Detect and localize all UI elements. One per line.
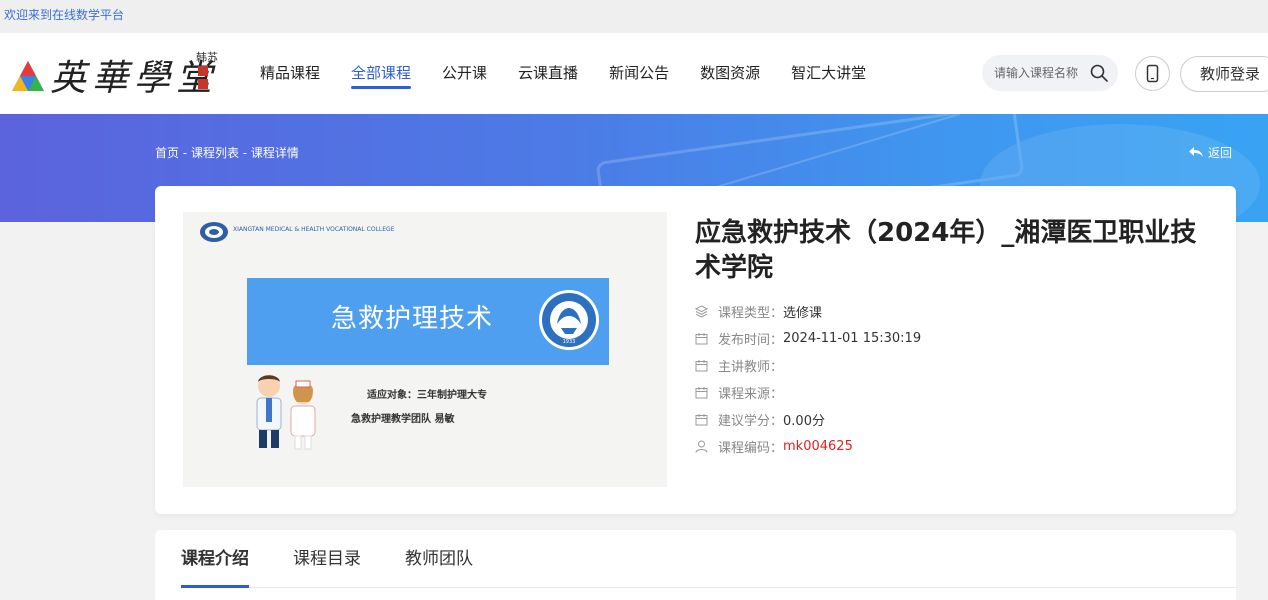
logo-side-text: 韩苏: [196, 51, 226, 90]
cover-title-panel: 急救护理技术 1933: [247, 278, 609, 365]
cover-school-name: XIANGTAN MEDICAL & HEALTH VOCATIONAL COL…: [233, 226, 395, 233]
back-label: 返回: [1208, 146, 1233, 160]
doctor-nurse-illustration: [256, 375, 316, 450]
meta-value: 2024-11-01 15:30:19: [783, 331, 922, 346]
cover-audience-text: 适应对象：三年制护理大专: [367, 390, 487, 401]
course-tabs: 课程介绍 课程目录 教师团队: [181, 530, 1236, 588]
course-tabs-card: 课程介绍 课程目录 教师团队: [155, 530, 1236, 600]
meta-source: 课程来源：: [695, 379, 1215, 406]
meta-label: 主讲教师：: [718, 360, 784, 375]
meta-label: 课程来源：: [718, 387, 784, 402]
nav-item-lectures[interactable]: 智汇大讲堂: [791, 33, 866, 114]
tab-teacher-team[interactable]: 教师团队: [405, 530, 473, 587]
nav-item-news[interactable]: 新闻公告: [609, 33, 669, 114]
meta-label: 课程编码：: [718, 441, 784, 456]
meta-value: mk004625: [783, 439, 853, 454]
nav-item-resources[interactable]: 数图资源: [700, 33, 760, 114]
mobile-app-button[interactable]: [1135, 56, 1170, 91]
meta-publish-time: 发布时间： 2024-11-01 15:30:19: [695, 325, 1215, 352]
meta-value: 0.00分: [783, 414, 825, 429]
meta-course-type: 课程类型： 选修课: [695, 298, 1215, 325]
course-detail-card: XIANGTAN MEDICAL & HEALTH VOCATIONAL COL…: [155, 186, 1236, 514]
logo-mark-icon: [12, 61, 44, 91]
meta-label: 课程类型：: [718, 306, 784, 321]
welcome-bar: 欢迎来到在线数学平台: [0, 0, 1268, 33]
meta-label: 发布时间：: [718, 333, 784, 348]
layers-icon: [695, 305, 708, 318]
logo-text: 英華學堂: [50, 58, 219, 99]
course-meta-list: 课程类型： 选修课 发布时间： 2024-11-01 15:30:19 主讲教师…: [695, 298, 1215, 460]
teacher-login-button[interactable]: 教师登录: [1180, 56, 1268, 92]
cover-title: 急救护理技术: [331, 304, 494, 334]
back-link[interactable]: 返回: [1188, 144, 1232, 161]
search-icon[interactable]: [1089, 63, 1109, 83]
meta-course-code: 课程编码： mk004625: [695, 433, 1215, 460]
breadcrumb[interactable]: 首页 - 课程列表 - 课程详情: [155, 144, 299, 161]
course-cover-image: XIANGTAN MEDICAL & HEALTH VOCATIONAL COL…: [183, 212, 667, 487]
course-title: 应急救护技术（2024年）_湘潭医卫职业技术学院: [695, 218, 1197, 283]
main-nav: 精品课程 全部课程 公开课 云课直播 新闻公告 数图资源 智汇大讲堂: [260, 33, 897, 114]
mobile-phone-icon: [1146, 64, 1159, 83]
search-input[interactable]: [994, 63, 1086, 83]
calendar-icon: [695, 414, 708, 426]
meta-credits: 建议学分： 0.00分: [695, 406, 1215, 433]
calendar-icon: [695, 387, 708, 399]
search-box: [982, 55, 1118, 91]
nav-item-open-courses[interactable]: 公开课: [442, 33, 487, 114]
nav-item-featured-courses[interactable]: 精品课程: [260, 33, 320, 114]
nav-item-live-courses[interactable]: 云课直播: [518, 33, 578, 114]
svg-text:1933: 1933: [563, 339, 576, 345]
tab-course-catalog[interactable]: 课程目录: [293, 530, 361, 587]
tab-course-intro[interactable]: 课程介绍: [181, 530, 249, 588]
calendar-icon: [695, 333, 708, 345]
nav-item-all-courses[interactable]: 全部课程: [351, 33, 412, 114]
meta-label: 建议学分：: [718, 414, 784, 429]
site-logo[interactable]: 英華學堂 韩苏: [10, 45, 230, 103]
school-logo-icon: [200, 222, 228, 242]
calendar-icon: [695, 360, 708, 372]
site-header: 英華學堂 韩苏 精品课程 全部课程 公开课 云课直播 新闻公告 数图资源 智汇大…: [0, 33, 1268, 114]
cover-team-text: 急救护理教学团队 易敏: [351, 414, 455, 425]
user-icon: [695, 440, 708, 453]
welcome-text: 欢迎来到在线数学平台: [4, 8, 125, 22]
reply-arrow-icon: [1189, 147, 1203, 157]
meta-value: 选修课: [783, 306, 823, 321]
school-emblem-icon: 1933: [539, 290, 599, 350]
meta-lecturer: 主讲教师：: [695, 352, 1215, 379]
